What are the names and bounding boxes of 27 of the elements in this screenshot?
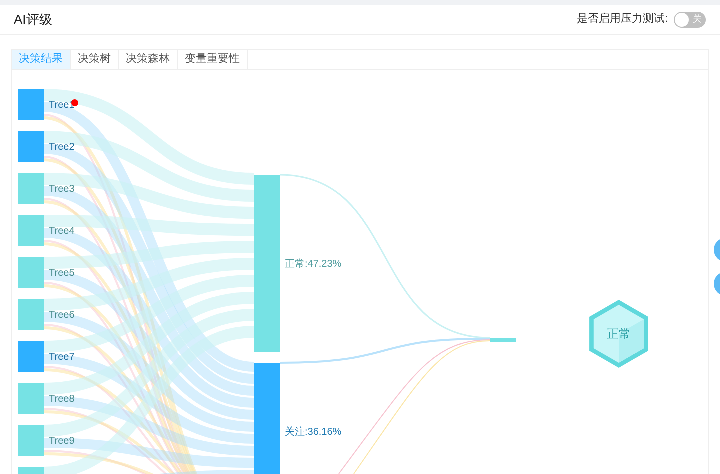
tree-label: Tree9	[49, 436, 75, 447]
tree-label: Tree5	[49, 268, 75, 279]
tree-node[interactable]	[18, 425, 44, 456]
result-node	[490, 338, 516, 342]
tree-node[interactable]	[18, 299, 44, 330]
tree-label: Tree4	[49, 226, 75, 237]
tree-node[interactable]	[18, 257, 44, 288]
tree-node[interactable]	[18, 89, 44, 120]
tree-node[interactable]	[18, 341, 44, 372]
category-label: 关注:36.16%	[285, 427, 342, 438]
page-title: AI评级	[14, 10, 52, 29]
tree-node[interactable]	[18, 383, 44, 414]
tree-label: Tree3	[49, 184, 75, 195]
category-node[interactable]	[254, 175, 280, 352]
tree-label: Tree8	[49, 394, 75, 405]
stress-test-label: 是否启用压力测试:	[576, 12, 668, 28]
tree-node[interactable]	[18, 173, 44, 204]
category-label: 正常:47.23%	[285, 259, 342, 270]
tree-node[interactable]	[18, 467, 44, 474]
tree-node[interactable]	[18, 131, 44, 162]
hexagon-badge: 正常	[590, 300, 648, 368]
tree-label: Tree7	[49, 352, 75, 363]
category-node[interactable]	[254, 363, 280, 474]
tree-label: Tree6	[49, 310, 75, 321]
tree-label: Tree1	[49, 100, 75, 111]
tree-node[interactable]	[18, 215, 44, 246]
tree-label: Tree2	[49, 142, 75, 153]
